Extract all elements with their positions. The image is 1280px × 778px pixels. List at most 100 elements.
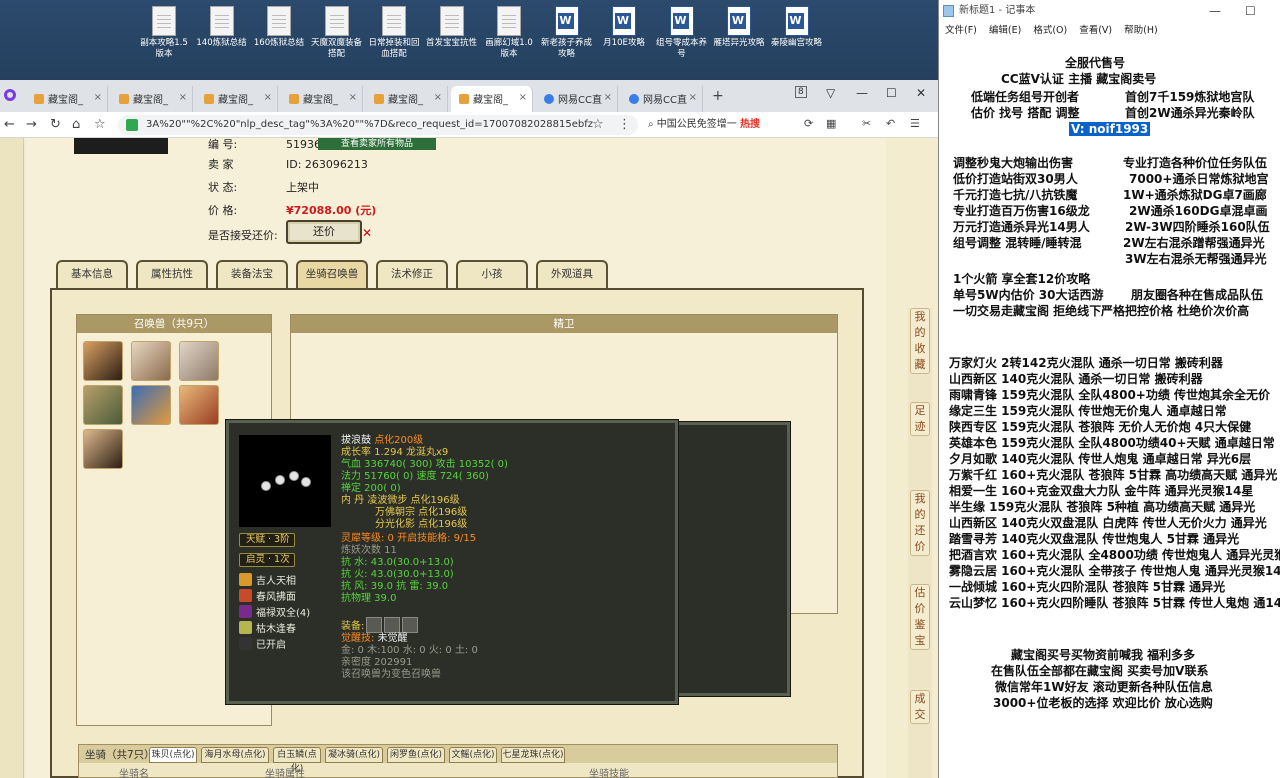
pet-avatar-6[interactable]	[179, 385, 219, 425]
equip-slot-1[interactable]	[366, 617, 383, 633]
home-icon[interactable]: ⌂	[72, 117, 80, 132]
close-x-icon[interactable]: ✕	[362, 226, 372, 240]
more-icon[interactable]: ☰	[910, 117, 920, 130]
pet-skill[interactable]: 春风拂面	[239, 589, 296, 605]
mount-tab[interactable]: 海月水母(点化)	[201, 747, 269, 763]
desktop-icon[interactable]: 140炼狱总结	[194, 6, 250, 49]
tab-close-icon[interactable]: ×	[434, 92, 442, 103]
close-button[interactable]: ✕	[916, 86, 926, 100]
equip-slot-3[interactable]	[402, 617, 419, 633]
browser-tab[interactable]: 藏宝阁_ ×	[281, 86, 363, 112]
search-box[interactable]: ⌕ 中国公民免签增一 热搜	[648, 115, 798, 135]
tab-close-icon[interactable]: ×	[689, 92, 697, 103]
refresh-icon[interactable]: ⟳	[804, 117, 813, 130]
tab-property[interactable]: 基本信息	[56, 260, 128, 288]
tab-close-icon[interactable]: ×	[604, 92, 612, 103]
undo-icon[interactable]: ↶	[886, 117, 895, 130]
tab-close-icon[interactable]: ×	[264, 92, 272, 103]
tab-property[interactable]: 属性抗性	[136, 260, 208, 288]
back-icon[interactable]: ←	[4, 117, 15, 132]
mount-tab[interactable]: 闲罗鱼(点化)	[387, 747, 445, 763]
pet-resist-physical: 抗物理 39.0	[341, 593, 397, 604]
tab-close-icon[interactable]: ×	[94, 92, 102, 103]
right-side-link[interactable]: 我的收藏	[910, 308, 930, 374]
tab-count-badge[interactable]: 8	[795, 86, 807, 98]
new-tab-button[interactable]: +	[712, 88, 724, 104]
browser-tab[interactable]: 藏宝阁_ ×	[111, 86, 193, 112]
notepad-menu-item[interactable]: 帮助(H)	[1124, 25, 1158, 36]
desktop-icon[interactable]: 天魔双魔装备搭配	[309, 6, 365, 60]
mount-section: 坐骑（共7只） 珠贝(点化) 海月水母(点化) 白玉鳞(点化) 凝冰骑(点化) 闲罗鱼(…	[78, 744, 838, 778]
pet-skill[interactable]: 枯木逢春	[239, 621, 296, 637]
minimize-button[interactable]: —	[856, 86, 868, 100]
pet-skill[interactable]: 已开启	[239, 637, 286, 653]
reload-icon[interactable]: ↻	[50, 117, 61, 132]
scissors-icon[interactable]: ✂	[862, 117, 871, 130]
browser-tab[interactable]: 藏宝阁_ ×	[451, 86, 533, 112]
search-icon: ⌕	[648, 119, 654, 130]
notepad-menu-item[interactable]: 查看(V)	[1079, 25, 1112, 36]
right-side-link[interactable]: 足迹	[910, 402, 930, 436]
pet-lianyao: 炼妖次数 11	[341, 545, 397, 556]
address-bar: ← → ↻ ⌂ ☆ 3A%20""%2C%20"nlp_desc_tag"%3A…	[0, 112, 938, 138]
desktop-icon[interactable]: W 新老孩子养成攻略	[539, 6, 595, 60]
tab-property[interactable]: 装备法宝	[216, 260, 288, 288]
pet-avatar-3[interactable]	[179, 341, 219, 381]
bargain-button[interactable]: 还价	[286, 220, 362, 244]
pet-skill[interactable]: 福禄双全(4)	[239, 605, 310, 621]
forward-icon[interactable]: →	[26, 117, 37, 132]
notepad-text-area[interactable]: 全服代售号 CC蓝V认证 主播 藏宝阁卖号 低端任务组号开创者 首创7千159炼狱地宫…	[939, 40, 1280, 778]
star-icon[interactable]: ☆	[94, 117, 106, 132]
browser-tab[interactable]: 藏宝阁_ ×	[366, 86, 448, 112]
menu-icon[interactable]: ⋮	[618, 117, 631, 132]
browser-tab[interactable]: 网易CC直 ×	[621, 86, 703, 112]
equip-slot-2[interactable]	[384, 617, 401, 633]
url-input[interactable]: 3A%20""%2C%20"nlp_desc_tag"%3A%20""%7D&r…	[118, 115, 638, 135]
notepad-menu-item[interactable]: 编辑(E)	[989, 25, 1021, 36]
tab-close-icon[interactable]: ×	[349, 92, 357, 103]
pet-avatar-4[interactable]	[83, 385, 123, 425]
np-maximize-button[interactable]: ☐	[1245, 0, 1256, 22]
pet-avatar-7[interactable]	[83, 429, 123, 469]
right-side-link[interactable]: 成交	[910, 690, 930, 724]
bookmark-star-icon[interactable]: ☆	[592, 117, 604, 132]
notepad-line: 藏宝阁买号买物资前喊我 福利多多	[1011, 648, 1196, 662]
mount-tab[interactable]: 凝冰骑(点化)	[325, 747, 383, 763]
browser-tab[interactable]: 藏宝阁_ ×	[26, 86, 108, 112]
cbg-favicon-icon	[374, 94, 384, 104]
tab-property[interactable]: 外观道具	[536, 260, 608, 288]
notepad-menu-item[interactable]: 文件(F)	[945, 25, 977, 36]
desktop-icon[interactable]: 160炼狱总结	[251, 6, 307, 49]
browser-tab[interactable]: 藏宝阁_ ×	[196, 86, 278, 112]
pet-avatar-1[interactable]	[83, 341, 123, 381]
mount-tab[interactable]: 文鳐(点化)	[449, 747, 497, 763]
desktop-icon[interactable]: 画廊幻域1.0版本	[481, 6, 537, 60]
desktop-icon[interactable]: W 雁塔异光攻略	[711, 6, 767, 49]
desktop-icon[interactable]: W 月10E攻略	[596, 6, 652, 49]
maximize-button[interactable]: ☐	[886, 86, 897, 100]
desktop-icon[interactable]: 副本攻略1.5版本	[136, 6, 192, 60]
mount-tab[interactable]: 七星龙珠(点化)	[501, 747, 565, 763]
mount-tab[interactable]: 珠贝(点化)	[149, 747, 197, 763]
tab-property[interactable]: 小孩	[456, 260, 528, 288]
tab-property[interactable]: 法术修正	[376, 260, 448, 288]
grid-icon[interactable]: ▦	[826, 117, 836, 130]
tab-close-icon[interactable]: ×	[179, 92, 187, 103]
desktop-icon[interactable]: W 组号零成本养号	[654, 6, 710, 60]
tab-close-icon[interactable]: ×	[519, 92, 527, 103]
pet-skill[interactable]: 吉人天相	[239, 573, 296, 589]
pet-avatar-5[interactable]	[131, 385, 171, 425]
desktop-icon[interactable]: W 秦陵幽宫攻略	[769, 6, 825, 49]
tab-property[interactable]: 坐骑召唤兽	[296, 260, 368, 288]
right-side-link[interactable]: 估价鉴宝	[910, 584, 930, 650]
desktop-icon[interactable]: 日常掉装和回血搭配	[366, 6, 422, 60]
pet-avatar-2[interactable]	[131, 341, 171, 381]
right-side-link[interactable]: 我的还价	[910, 490, 930, 556]
desktop-icon[interactable]: 首发宝宝抗性	[424, 6, 480, 49]
seller-items-button[interactable]: 查看卖家所有物品	[318, 138, 436, 150]
browser-tab[interactable]: 网易CC直 ×	[536, 86, 618, 112]
notepad-menu-item[interactable]: 格式(O)	[1033, 25, 1067, 36]
shirt-icon[interactable]: ▽	[826, 86, 835, 100]
mount-tab[interactable]: 白玉鳞(点化)	[273, 747, 321, 774]
np-minimize-button[interactable]: —	[1209, 0, 1221, 22]
